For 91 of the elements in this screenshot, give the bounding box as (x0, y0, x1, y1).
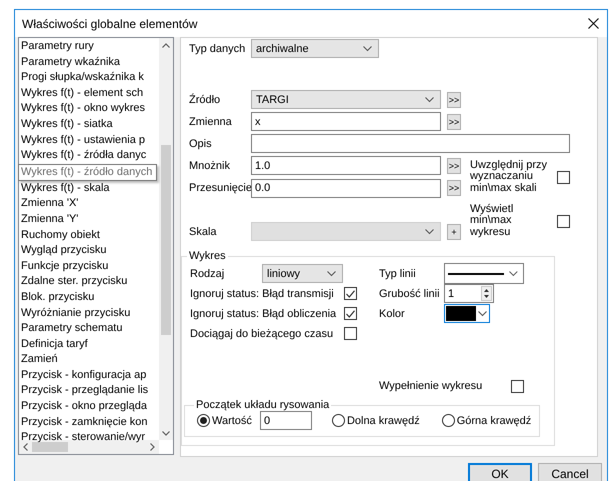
radio-button[interactable] (332, 414, 345, 427)
checkbox[interactable] (344, 307, 357, 320)
list-item[interactable]: Wygląd przycisku (19, 243, 106, 259)
checkbox-label: Wyświetl min\max wykresu (470, 204, 514, 238)
list-item[interactable]: Przycisk - przeglądanie lis (19, 383, 148, 400)
line-sample-icon (448, 272, 504, 276)
browse-button[interactable]: >> (447, 158, 461, 174)
field-label: Opis (189, 138, 213, 150)
checkbox-label: Uwzględnij przy wyznaczaniu min\max skali (470, 160, 548, 194)
list-item[interactable]: Funkcje przycisku (19, 258, 108, 274)
checkbox[interactable] (511, 380, 524, 392)
field-label: Typ danych (189, 42, 246, 54)
list-item[interactable]: Wykres f(t) - ustawienia p (19, 132, 145, 148)
dialog-button[interactable]: OK (468, 463, 532, 481)
line-style-dropdown[interactable] (444, 263, 524, 284)
dropdown[interactable]: liniowy (262, 264, 343, 283)
dialog-button[interactable]: Cancel (538, 463, 602, 481)
text-field[interactable]: x (251, 112, 441, 131)
scroll-up-icon[interactable] (162, 43, 170, 48)
field-label: Źródło (189, 94, 222, 106)
list-item[interactable]: Wykres f(t) - okno wykres (19, 101, 145, 117)
browse-button[interactable]: >> (447, 92, 461, 108)
field-label: Przesunięcie (189, 182, 251, 194)
checkbox[interactable] (557, 214, 570, 228)
list-item[interactable]: Blok. przycisku (19, 290, 94, 306)
field-label: Grubość linii (379, 288, 441, 300)
checkbox[interactable] (344, 327, 357, 340)
vertical-scrollbar[interactable] (159, 38, 173, 440)
radio-label: Dolna krawędź (346, 414, 420, 426)
text-field[interactable] (251, 134, 570, 153)
text-field[interactable]: 1.0 (251, 156, 441, 175)
list-item[interactable]: Progi słupka/wskaźnika k (19, 70, 144, 86)
checkbox-label: Ignoruj status: Błąd obliczenia (190, 308, 336, 320)
radio-label: Wartość (212, 414, 252, 426)
spin-arrows-icon[interactable] (481, 286, 492, 301)
chevron-icon (425, 96, 434, 102)
dropdown[interactable]: TARGI (251, 90, 441, 109)
list-item[interactable]: Zmienna 'X' (19, 196, 78, 212)
list-item[interactable]: Parametry rury (19, 39, 94, 55)
radio-button[interactable] (197, 414, 210, 427)
list-item[interactable]: Przycisk - zamknięcie kon (19, 414, 148, 430)
list-item-tooltip[interactable]: Wykres f(t) - źródło danych (18, 164, 158, 181)
radio-button[interactable] (442, 414, 455, 427)
list-item[interactable]: Parametry schematu (19, 321, 122, 337)
list-item[interactable]: Wykres f(t) - źródła danyc (19, 148, 146, 164)
list-item[interactable]: Zdalne ster. przycisku (19, 274, 128, 290)
scroll-left-icon[interactable] (23, 443, 28, 451)
scrollbar-thumb[interactable] (32, 442, 68, 452)
chevron-icon (327, 270, 336, 276)
field-label: Zmienna (189, 116, 233, 128)
checkbox-label: Dociągaj do bieżącego czasu (190, 328, 334, 340)
chevron-icon (425, 228, 434, 234)
field-label: Mnożnik (189, 160, 231, 172)
chevron-icon (478, 310, 487, 316)
scroll-down-icon[interactable] (162, 431, 170, 436)
list-item[interactable]: Przycisk - okno przegląda (19, 399, 147, 415)
scrollbar-thumb[interactable] (161, 145, 171, 335)
field-label: Skala (189, 226, 218, 238)
text-field[interactable]: 0.0 (251, 178, 441, 198)
list-item[interactable]: Wykres f(t) - element sch (19, 86, 144, 102)
list-item[interactable]: Wykres f(t) - skala (19, 180, 110, 196)
chevron-icon (363, 46, 372, 52)
field-label: Wypełnienie wykresu (379, 380, 482, 392)
field-label: Rodzaj (190, 268, 226, 280)
list-item[interactable]: Ruchomy obiekt (19, 228, 100, 244)
list-item[interactable]: Wyróżnianie przycisku (19, 306, 130, 322)
list-item[interactable]: Definicja taryf (19, 336, 88, 352)
dropdown[interactable]: archiwalne (251, 39, 379, 58)
checkbox-label: Ignoruj status: Błąd transmisji (190, 288, 334, 300)
browse-button[interactable]: >> (447, 180, 461, 196)
chevron-icon (509, 270, 518, 276)
list-item[interactable]: Przycisk - konfiguracja ap (19, 368, 146, 384)
radio-label: Górna krawędź (456, 414, 532, 426)
field-label: Typ linii (379, 268, 417, 280)
field-label: Kolor (379, 308, 406, 320)
window-title: Właściwości globalne elementów (22, 16, 198, 30)
text-field[interactable]: 0 (260, 411, 312, 430)
group-title: Początek układu rysowania (196, 399, 330, 411)
list-item[interactable]: Zmienna 'Y' (19, 212, 78, 228)
list-item[interactable]: Parametry wkaźnika (19, 54, 120, 70)
list-item[interactable]: Wykres f(t) - siatka (19, 116, 113, 133)
checkbox[interactable] (557, 170, 570, 184)
scroll-right-icon[interactable] (150, 443, 155, 451)
browse-button[interactable]: >> (447, 114, 461, 130)
number-spinner[interactable]: 1 (444, 284, 494, 303)
checkbox[interactable] (344, 287, 357, 300)
close-icon[interactable] (588, 18, 599, 29)
group-title: Wykres (189, 250, 226, 262)
color-dropdown[interactable] (444, 304, 490, 323)
list-item[interactable]: Zamień (19, 352, 58, 368)
list-item[interactable]: Przycisk - sterowanie/wyr (19, 430, 146, 446)
